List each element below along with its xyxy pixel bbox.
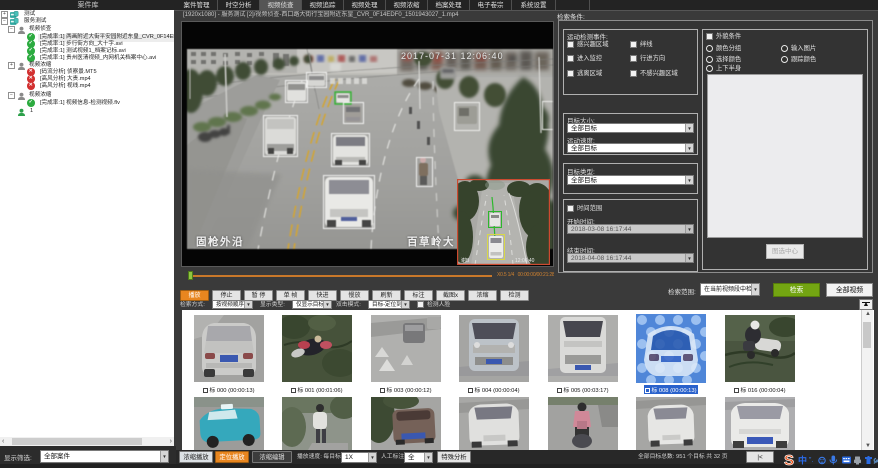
svg-text:12:06:40: 12:06:40 — [515, 258, 535, 264]
svg-text:S: S — [784, 452, 794, 468]
svg-text:”.: ”. — [809, 457, 813, 464]
svg-text:谢B: 谢B — [461, 257, 470, 264]
svg-text:中: 中 — [798, 455, 807, 466]
